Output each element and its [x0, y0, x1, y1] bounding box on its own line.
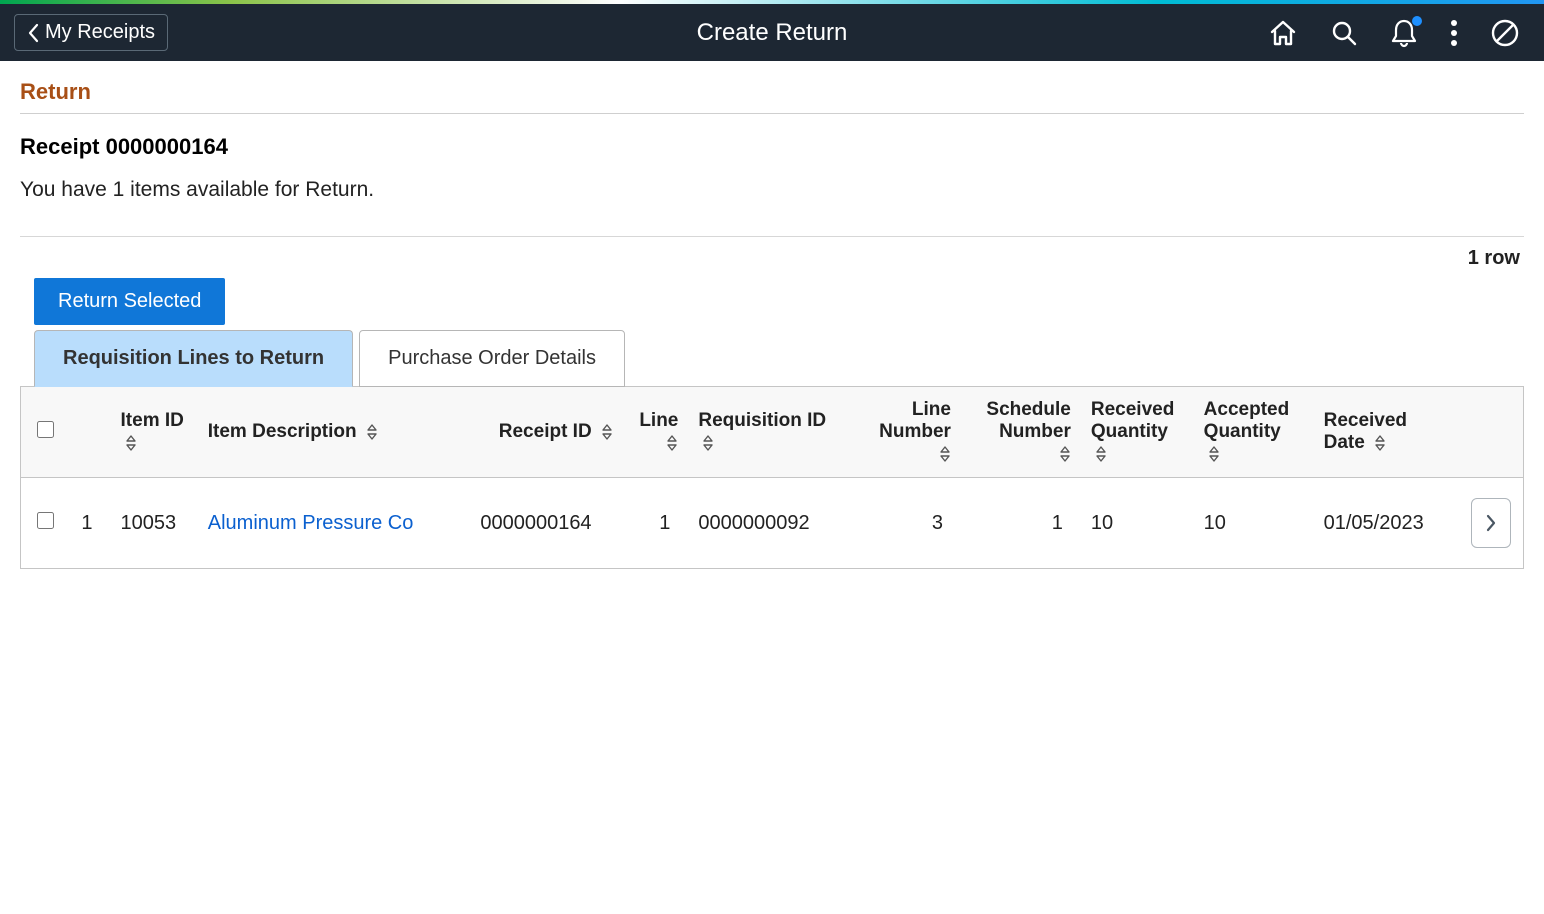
schedule-number-header[interactable]: Schedule Number — [961, 387, 1081, 478]
cell-requisition-id: 0000000092 — [688, 478, 852, 569]
item-description-link[interactable]: Aluminum Pressure Co — [208, 512, 414, 534]
tab-requisition-lines[interactable]: Requisition Lines to Return — [34, 330, 353, 387]
table-row: 1 10053 Aluminum Pressure Co 0000000164 … — [21, 478, 1523, 569]
availability-text: You have 1 items available for Return. — [20, 178, 1524, 228]
requisition-id-header[interactable]: Requisition ID — [688, 387, 852, 478]
cell-receipt-id: 0000000164 — [470, 478, 623, 569]
receipt-heading: Receipt 0000000164 — [20, 134, 1524, 160]
row-details-button[interactable] — [1471, 498, 1511, 548]
line-header[interactable]: Line — [623, 387, 688, 478]
select-all-header — [21, 387, 68, 478]
data-grid: Item ID Item Description R — [20, 386, 1524, 569]
sort-icon — [1374, 434, 1386, 452]
sort-icon — [601, 423, 613, 441]
sort-icon — [125, 434, 137, 452]
compass-icon[interactable] — [1490, 18, 1520, 48]
receipt-id-header[interactable]: Receipt ID — [470, 387, 623, 478]
sort-icon — [1095, 445, 1107, 463]
item-description-header[interactable]: Item Description — [198, 387, 471, 478]
sort-icon — [702, 434, 714, 452]
row-checkbox[interactable] — [37, 512, 54, 529]
received-date-header[interactable]: Received Date — [1314, 387, 1456, 478]
return-selected-button[interactable]: Return Selected — [34, 278, 225, 325]
cell-accepted-qty: 10 — [1194, 478, 1314, 569]
accepted-qty-header[interactable]: Accepted Quantity — [1194, 387, 1314, 478]
app-header: My Receipts Create Return — [0, 4, 1544, 61]
section-title: Return — [20, 79, 1524, 114]
search-icon[interactable] — [1330, 19, 1358, 47]
sort-icon — [1059, 445, 1071, 463]
cell-received-date: 01/05/2023 — [1314, 478, 1456, 569]
notifications-icon[interactable] — [1390, 18, 1418, 48]
home-icon[interactable] — [1268, 19, 1298, 47]
table-header-row: Item ID Item Description R — [21, 387, 1523, 478]
more-icon[interactable] — [1450, 19, 1458, 47]
tabs: Requisition Lines to Return Purchase Ord… — [34, 330, 1524, 387]
cell-line-number: 3 — [852, 478, 961, 569]
row-index: 1 — [68, 478, 111, 569]
cell-line: 1 — [623, 478, 688, 569]
back-label: My Receipts — [45, 21, 155, 44]
notification-dot — [1412, 16, 1422, 26]
header-icons — [1268, 18, 1530, 48]
item-id-header[interactable]: Item ID — [111, 387, 198, 478]
cell-item-id: 10053 — [111, 478, 198, 569]
idx-header — [68, 387, 111, 478]
cell-received-qty: 10 — [1081, 478, 1194, 569]
sort-icon — [939, 445, 951, 463]
chevron-right-icon — [1485, 513, 1497, 533]
divider — [20, 236, 1524, 237]
content-area: Return Receipt 0000000164 You have 1 ite… — [0, 61, 1544, 587]
row-count: 1 row — [20, 245, 1524, 278]
action-header — [1455, 387, 1523, 478]
cell-schedule-number: 1 — [961, 478, 1081, 569]
tab-purchase-order-details[interactable]: Purchase Order Details — [359, 330, 625, 387]
sort-icon — [666, 434, 678, 452]
back-button[interactable]: My Receipts — [14, 14, 168, 51]
select-all-checkbox[interactable] — [37, 421, 54, 438]
received-qty-header[interactable]: Received Quantity — [1081, 387, 1194, 478]
sort-icon — [366, 423, 378, 441]
page-title: Create Return — [697, 19, 848, 47]
chevron-left-icon — [27, 23, 39, 43]
cell-item-description: Aluminum Pressure Co — [198, 478, 471, 569]
table-area: Return Selected Requisition Lines to Ret… — [20, 278, 1524, 569]
line-number-header[interactable]: Line Number — [852, 387, 961, 478]
sort-icon — [1208, 445, 1220, 463]
